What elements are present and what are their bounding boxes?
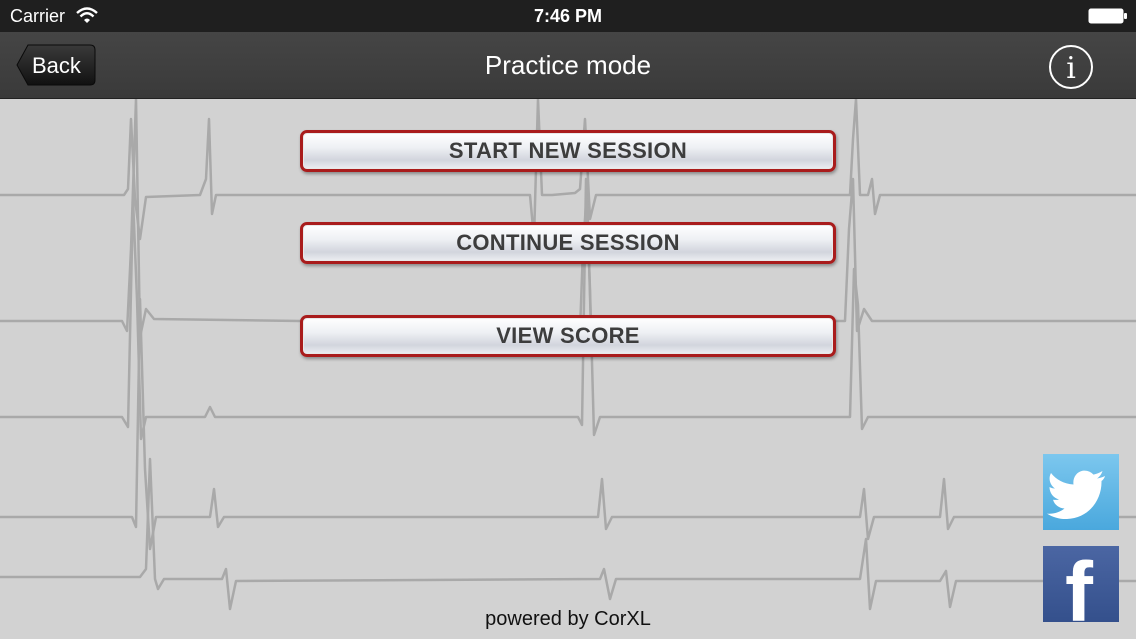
info-icon: i [1066,51,1076,86]
continue-session-button[interactable]: CONTINUE SESSION [300,222,836,264]
status-time: 7:46 PM [533,6,603,26]
app-screen: Carrier 7:46 PM Back Practice mode i STA… [0,0,1136,639]
twitter-bird-icon [1047,470,1105,520]
status-bar: Carrier 7:46 PM [0,0,1136,32]
twitter-share-button[interactable] [1043,454,1119,530]
view-score-button[interactable]: VIEW SCORE [300,315,836,357]
main-content: START NEW SESSION CONTINUE SESSION VIEW … [0,99,1136,639]
powered-by-label: powered by CorXL [485,608,651,630]
battery-icon [1088,8,1127,24]
start-new-session-button[interactable]: START NEW SESSION [300,130,836,172]
info-button[interactable]: i [1049,45,1093,89]
navigation-bar: Back Practice mode i [0,32,1136,99]
ecg-trace-background [0,99,1136,611]
page-title: Practice mode [484,50,652,80]
